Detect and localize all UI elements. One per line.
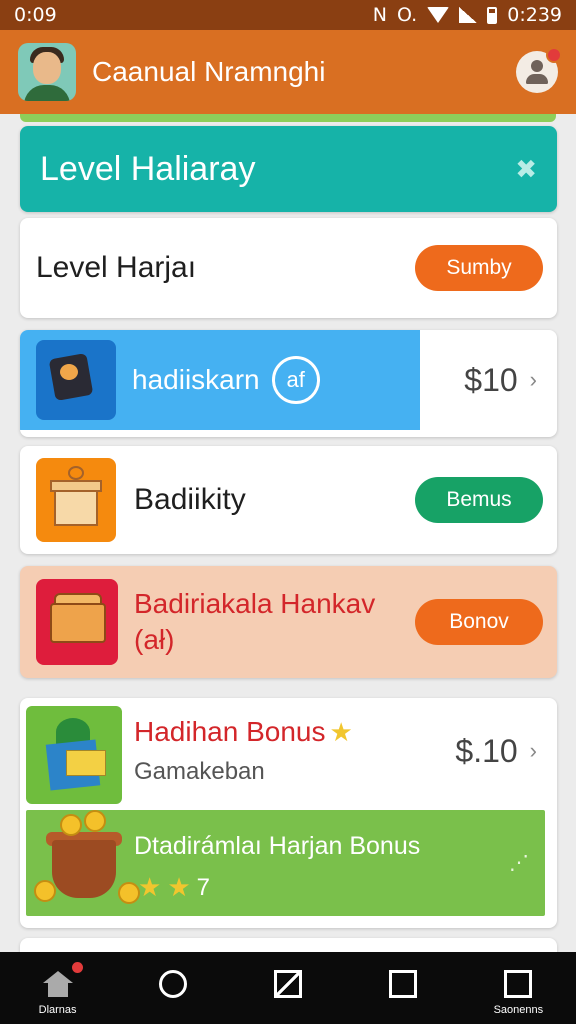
star-icon: ★ <box>138 872 162 902</box>
hankav-subtitle: (ał) <box>134 624 175 655</box>
coin-icon <box>60 814 82 836</box>
nav-edit[interactable] <box>238 952 338 1024</box>
star-icon: ★ <box>329 717 353 747</box>
bonus-row: Badiikity Bemus <box>20 446 557 554</box>
chest-icon <box>36 579 118 665</box>
signal-icon <box>459 7 478 23</box>
profile-icon <box>531 60 543 72</box>
more-icon[interactable]: ⋰ <box>509 850 529 875</box>
chevron-right-icon[interactable]: › <box>530 367 537 393</box>
bonus-card-price: $.10 <box>455 732 518 769</box>
promo-price-group[interactable]: $10 › <box>464 330 537 430</box>
status-left-glyph: N <box>372 4 387 26</box>
status-center-glyph: O. <box>397 4 418 26</box>
notification-dot <box>71 962 83 973</box>
sumby-button[interactable]: Sumby <box>415 245 543 291</box>
bonus-card[interactable]: Hadihan Bonus ★ Gamakeban $.10 › Dtadirám… <box>20 698 557 928</box>
promo-label: hadiiskarn <box>132 364 260 395</box>
hankav-text: Badiriakala Hankav (ał) <box>134 588 415 656</box>
info-icon <box>158 970 187 998</box>
bemus-button[interactable]: Bemus <box>415 477 543 523</box>
hankav-title: Badiriakala Hankav <box>134 588 376 619</box>
bonus-card-subtitle: Gamakeban <box>134 758 265 785</box>
avatar[interactable] <box>18 43 76 101</box>
bottom-nav: Dlarnas Saonenns <box>0 952 576 1024</box>
bonus-card-header[interactable]: Hadihan Bonus ★ Gamakeban $.10 › <box>134 698 557 804</box>
coin-icon <box>84 810 106 832</box>
promo-row[interactable]: hadiiskarn af $10 › <box>20 330 557 437</box>
status-time-right: 0:239 <box>507 4 562 26</box>
promo-price: $10 <box>464 361 518 398</box>
app-title: Caanual Nramnghi <box>92 56 326 87</box>
edit-icon <box>273 970 302 998</box>
notification-badge <box>546 47 562 63</box>
bonus-card-title: Hadihan Bonus <box>134 716 326 747</box>
star-icon: ★ <box>167 872 191 902</box>
bonus-panel-label: Dtadirámlaı Harjan Bonus <box>134 832 421 860</box>
coin-icon <box>34 880 56 902</box>
inbox-icon <box>389 970 418 998</box>
promo-badge: af <box>271 356 320 404</box>
level-row: Level Harjaı Sumby <box>20 218 557 318</box>
level-header-card[interactable]: Level Haliaray ✖ <box>20 126 557 212</box>
nav-settings-label: Saonenns <box>493 1004 544 1016</box>
bonus-row-title: Badiikity <box>134 483 246 516</box>
status-bar: 0:09 N O. 0:239 <box>0 0 576 30</box>
level-row-title: Level Harjaı <box>36 251 197 284</box>
level-header-title: Level Haliaray <box>40 149 256 188</box>
hankav-row: Badiriakala Hankav (ał) Bonov <box>20 566 557 678</box>
bonov-button[interactable]: Bonov <box>415 599 543 645</box>
wifi-icon <box>427 7 450 23</box>
nav-settings[interactable]: Saonenns <box>468 952 568 1024</box>
gift-icon <box>36 458 116 542</box>
bonus-card-price-group[interactable]: $.10 › <box>455 733 557 770</box>
stars-value: 7 <box>196 873 210 901</box>
app-bar: Caanual Nramnghi <box>0 30 576 114</box>
home-icon <box>42 971 73 997</box>
tablet-icon <box>36 340 116 420</box>
promo-banner[interactable]: hadiiskarn af <box>20 330 420 430</box>
nav-home-label: Dlarnas <box>38 1004 77 1016</box>
status-icons: N O. 0:239 <box>373 4 562 26</box>
money-plant-icon <box>26 706 122 804</box>
nav-home[interactable]: Dlarnas <box>8 952 108 1024</box>
bonus-panel-stars: ★ ★ 7 <box>138 872 210 903</box>
bonus-panel[interactable]: Dtadirámlaı Harjan Bonus ★ ★ 7 ⋰ <box>26 810 545 916</box>
coin-pot-body <box>52 840 116 898</box>
top-card-edge <box>20 114 556 122</box>
coin-icon <box>118 882 140 904</box>
nav-inbox[interactable] <box>353 952 453 1024</box>
bonus-card-text: Hadihan Bonus ★ Gamakeban <box>134 716 455 786</box>
menu-icon <box>504 970 533 998</box>
nav-info[interactable] <box>123 952 223 1024</box>
chevron-right-icon[interactable]: › <box>530 738 537 764</box>
status-time-left: 0:09 <box>14 4 57 26</box>
collapse-icon[interactable]: ✖ <box>515 154 537 185</box>
profile-button[interactable] <box>516 47 562 93</box>
battery-icon <box>487 6 498 24</box>
